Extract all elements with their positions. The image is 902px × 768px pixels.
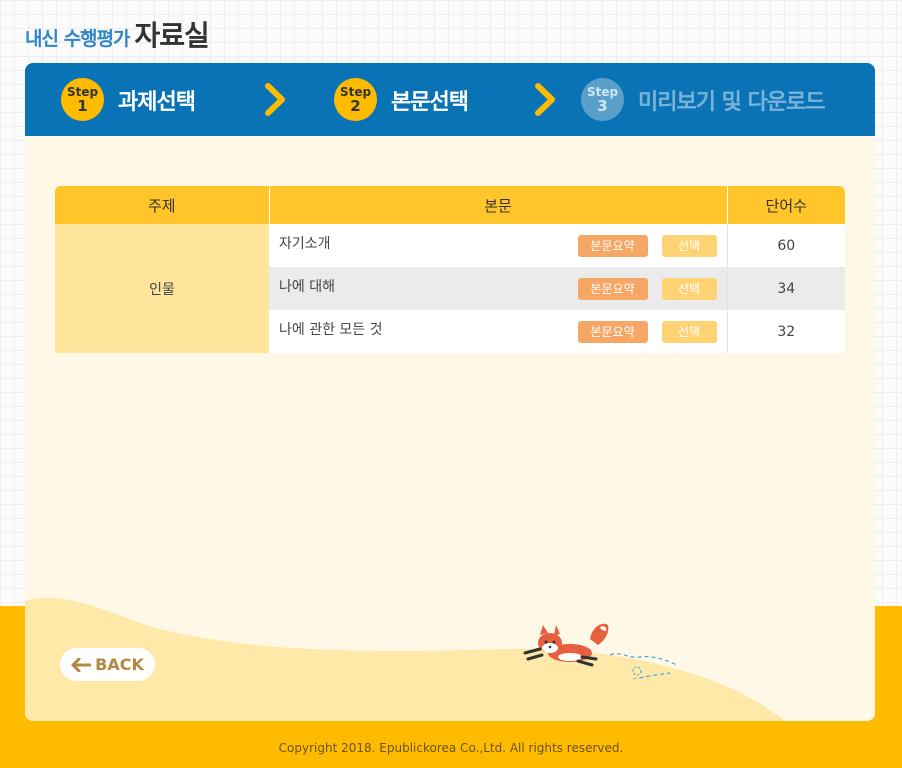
passage-cell: 자기소개 본문요약 선택 [269,224,727,267]
word-count-cell: 32 [726,310,845,353]
back-button[interactable]: BACK [60,648,155,681]
back-arrow-icon [71,657,92,672]
step-3-badge: Step 3 [581,78,624,121]
step-bar: Step 1 과제선택 Step 2 본문선택 Step 3 미리보기 및 다운… [25,63,875,136]
hill-decoration [25,597,785,721]
page-subtitle: 내신 수행평가 [25,28,130,50]
passage-title: 나에 대해 [279,278,335,295]
summary-button[interactable]: 본문요약 [577,234,648,257]
copyright-text: Copyright 2018. Epublickorea Co.,Ltd. Al… [278,741,624,755]
topic-cell: 인물 [55,224,269,353]
chevron-right-icon [265,83,285,116]
summary-button[interactable]: 본문요약 [577,320,648,343]
select-button[interactable]: 선택 [661,320,717,343]
step-1-label: 과제선택 [118,89,196,115]
select-button[interactable]: 선택 [661,277,717,300]
passage-title: 자기소개 [279,235,331,252]
page-title: 내신 수행평가 자료실 [25,14,210,54]
step-2-badge: Step 2 [334,78,377,121]
summary-button[interactable]: 본문요약 [577,277,648,300]
column-header-word-count: 단어수 [727,186,845,224]
word-count-cell: 34 [726,267,845,310]
step-3-label: 미리보기 및 다운로드 [638,89,825,115]
column-header-passage: 본문 [269,186,728,224]
word-count-cell: 60 [726,224,845,267]
fox-illustration [523,623,678,679]
passage-title: 나에 관한 모든 것 [279,321,383,338]
page-main-title: 자료실 [134,19,210,52]
passage-cell: 나에 관한 모든 것 본문요약 선택 [269,310,727,353]
passage-cell: 나에 대해 본문요약 선택 [269,267,727,310]
step-2[interactable]: Step 2 본문선택 [334,63,469,136]
step-1[interactable]: Step 1 과제선택 [61,63,196,136]
passage-table: 주제 본문 단어수 인물 자기소개 본문요약 선택 60 나에 대해 본문요약 … [55,186,845,353]
column-header-topic: 주제 [55,186,270,224]
select-button[interactable]: 선택 [661,234,717,257]
step-3[interactable]: Step 3 미리보기 및 다운로드 [581,63,825,136]
step-1-badge: Step 1 [61,78,104,121]
table-header-row: 주제 본문 단어수 [55,186,845,224]
main-panel: Step 1 과제선택 Step 2 본문선택 Step 3 미리보기 및 다운… [25,63,875,721]
table-row: 인물 자기소개 본문요약 선택 60 [55,224,845,353]
step-2-label: 본문선택 [391,89,469,115]
chevron-right-icon [535,83,555,116]
back-button-label: BACK [95,655,144,674]
